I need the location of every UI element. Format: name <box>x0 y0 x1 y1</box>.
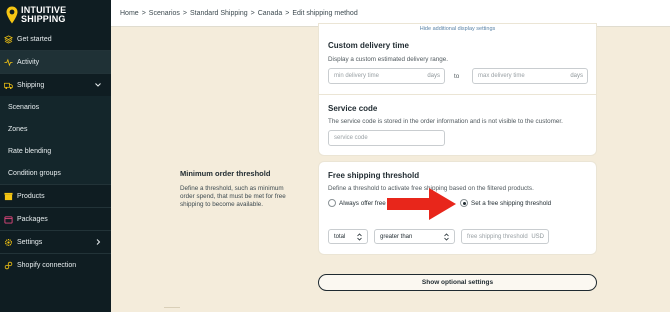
sidebar: INTUITIVE SHIPPING Get started Activity <box>0 0 111 312</box>
bottom-divider <box>164 307 180 308</box>
custom-delivery-desc: Display a custom estimated delivery rang… <box>328 56 449 63</box>
max-delivery-suffix: days <box>570 73 583 79</box>
sidebar-item-get-started[interactable]: Get started <box>0 28 111 50</box>
min-delivery-input[interactable]: min delivery time days <box>328 68 445 84</box>
box-icon <box>4 192 13 200</box>
max-delivery-input[interactable]: max delivery time days <box>472 68 588 84</box>
sidebar-item-condition-groups[interactable]: Condition groups <box>0 162 111 184</box>
sidebar-item-shipping[interactable]: Shipping <box>0 74 111 96</box>
radio-always-offer-label[interactable]: Always offer free s <box>339 200 391 207</box>
brand-logo[interactable]: INTUITIVE SHIPPING <box>6 4 66 26</box>
breadcrumb: Home > Scenarios > Standard Shipping > C… <box>120 9 358 17</box>
breadcrumb-scenarios[interactable]: Scenarios <box>149 10 180 17</box>
activity-icon <box>4 58 13 66</box>
package-icon <box>4 215 13 224</box>
brand-name: INTUITIVE SHIPPING <box>21 5 67 24</box>
free-shipping-threshold-input[interactable]: free shipping threshold USD <box>461 229 549 244</box>
divider <box>319 94 596 95</box>
service-code-placeholder: service code <box>334 135 368 141</box>
sidebar-item-zones[interactable]: Zones <box>0 118 111 140</box>
service-code-desc: The service code is stored in the order … <box>328 118 563 125</box>
minimum-order-threshold-title: Minimum order threshold <box>180 169 271 178</box>
radio-set-threshold[interactable] <box>460 199 468 207</box>
to-label: to <box>454 73 460 80</box>
hide-additional-settings-link[interactable]: Hide additional display settings <box>319 26 596 32</box>
additional-settings-card: Hide additional display settings Custom … <box>318 23 597 156</box>
sidebar-item-rate-blending[interactable]: Rate blending <box>0 140 111 162</box>
min-delivery-placeholder: min delivery time <box>334 73 380 79</box>
sidebar-item-shopify-connection[interactable]: Shopify connection <box>0 254 111 276</box>
breadcrumb-home[interactable]: Home <box>120 10 139 17</box>
gear-icon <box>4 238 13 246</box>
custom-delivery-title: Custom delivery time <box>328 41 409 50</box>
service-code-title: Service code <box>328 104 378 113</box>
sidebar-item-activity[interactable]: Activity <box>0 51 111 73</box>
chevron-down-icon[interactable] <box>94 81 102 89</box>
sidebar-nav: Get started Activity Shipping Scenarios <box>0 28 111 276</box>
max-delivery-placeholder: max delivery time <box>478 73 525 79</box>
threshold-operator-select[interactable]: greater than <box>374 229 455 244</box>
layers-icon <box>4 34 13 44</box>
select-caret-icon <box>357 233 362 241</box>
show-optional-settings-button[interactable]: Show optional settings <box>318 274 597 291</box>
sidebar-item-packages[interactable]: Packages <box>0 208 111 230</box>
radio-always-offer[interactable] <box>328 199 336 207</box>
map-pin-logo-icon <box>6 6 18 24</box>
breadcrumb-canada[interactable]: Canada <box>258 10 283 17</box>
free-shipping-card: Free shipping threshold Define a thresho… <box>318 161 597 255</box>
threshold-currency-suffix: USD <box>531 233 544 240</box>
threshold-placeholder: free shipping threshold <box>467 233 528 240</box>
breadcrumb-current: Edit shipping method <box>292 9 358 17</box>
min-delivery-suffix: days <box>427 73 440 79</box>
breadcrumb-standard-shipping[interactable]: Standard Shipping <box>190 10 248 17</box>
radio-set-threshold-label[interactable]: Set a free shipping threshold <box>471 200 551 207</box>
free-shipping-title: Free shipping threshold <box>328 171 420 180</box>
threshold-metric-select[interactable]: total <box>328 229 368 244</box>
select-caret-icon <box>444 233 449 241</box>
minimum-order-threshold-desc: Define a threshold, such as minimum orde… <box>180 185 286 208</box>
truck-icon <box>4 82 13 89</box>
sidebar-item-products[interactable]: Products <box>0 185 111 207</box>
chevron-right-icon[interactable] <box>94 238 102 246</box>
service-code-input[interactable]: service code <box>328 130 445 146</box>
link-icon <box>4 261 13 269</box>
red-arrow-annotation <box>387 188 456 220</box>
sidebar-item-settings[interactable]: Settings <box>0 231 111 253</box>
sidebar-item-scenarios[interactable]: Scenarios <box>0 96 111 118</box>
